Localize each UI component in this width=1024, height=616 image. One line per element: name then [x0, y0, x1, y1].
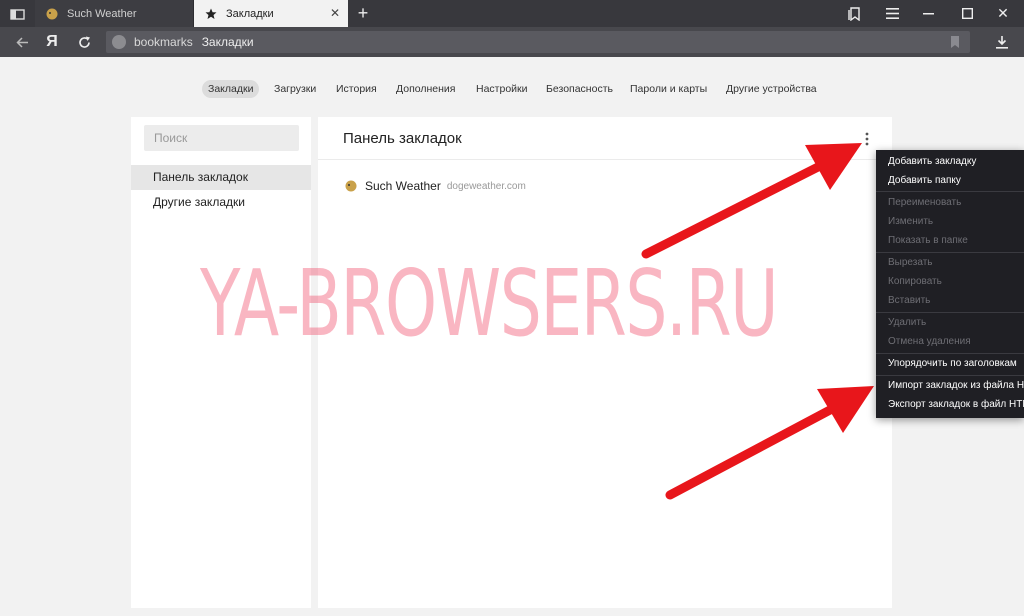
bookmark-domain: dogeweather.com [446, 180, 526, 192]
menu-hamburger-icon[interactable] [876, 0, 908, 27]
nav-passwords[interactable]: Пароли и карты [624, 80, 713, 98]
maximize-icon[interactable] [951, 0, 983, 27]
url-prefix: bookmarks [134, 35, 193, 49]
nav-extensions[interactable]: Дополнения [390, 80, 461, 98]
back-arrow-icon[interactable] [8, 27, 36, 57]
menu-add-bookmark[interactable]: Добавить закладку [888, 156, 976, 167]
menu-divider [876, 252, 1024, 253]
sidebar-item-other-bookmarks[interactable]: Другие закладки [131, 190, 311, 215]
sidebar-item-bookmarks-bar[interactable]: Панель закладок [131, 165, 311, 190]
tab-label: Закладки [226, 7, 274, 20]
menu-paste[interactable]: Вставить [888, 295, 930, 306]
search-input[interactable]: Поиск [144, 125, 299, 151]
nav-security[interactable]: Безопасность [540, 80, 619, 98]
bookmark-flag-icon[interactable] [941, 27, 969, 57]
bookmark-name: Such Weather [365, 179, 441, 193]
menu-add-folder[interactable]: Добавить папку [888, 175, 961, 186]
menu-copy[interactable]: Копировать [888, 276, 942, 287]
page-title: Панель закладок [343, 130, 462, 147]
bookmark-item[interactable]: Such Weather dogeweather.com [345, 177, 526, 195]
menu-divider [876, 312, 1024, 313]
menu-cut[interactable]: Вырезать [888, 257, 932, 268]
divider [318, 159, 892, 160]
doge-favicon-icon [45, 7, 59, 21]
bookmarks-panel: Панель закладок Such Weather dogeweather… [318, 117, 892, 608]
bookmarks-sidebar: Поиск Панель закладок Другие закладки [131, 117, 311, 608]
close-tab-icon[interactable]: ✕ [330, 6, 340, 20]
menu-edit[interactable]: Изменить [888, 216, 933, 227]
menu-rename[interactable]: Переименовать [888, 197, 961, 208]
section-nav: Закладки Загрузки История Дополнения Нас… [0, 80, 1024, 100]
watermark: YA-BROWSERS.RU [200, 250, 779, 357]
menu-show-in-folder[interactable]: Показать в папке [888, 235, 968, 246]
minimize-icon[interactable] [912, 0, 944, 27]
menu-divider [876, 353, 1024, 354]
menu-divider [876, 191, 1024, 192]
menu-divider [876, 375, 1024, 376]
more-options-icon[interactable] [858, 129, 876, 149]
nav-bookmarks[interactable]: Закладки [202, 80, 260, 98]
reload-icon[interactable] [70, 27, 98, 57]
menu-delete[interactable]: Удалить [888, 317, 926, 328]
context-menu: Добавить закладку Добавить папку Переиме… [876, 150, 1024, 418]
menu-import-html[interactable]: Импорт закладок из файла HTML [888, 380, 1024, 391]
tabs-panel-icon[interactable] [2, 0, 34, 27]
yandex-logo-icon[interactable]: Я [38, 27, 66, 57]
new-tab-icon[interactable]: + [347, 0, 379, 27]
shield-icon [112, 35, 126, 49]
close-window-icon[interactable]: ✕ [987, 0, 1019, 27]
menu-undo-delete[interactable]: Отмена удаления [888, 336, 971, 347]
star-icon [204, 7, 218, 21]
bookmarks-manager-icon[interactable] [838, 0, 870, 27]
nav-history[interactable]: История [330, 80, 383, 98]
tab-bookmarks[interactable]: Закладки ✕ [194, 0, 348, 27]
address-bar[interactable]: bookmarks Закладки [106, 31, 970, 53]
downloads-icon[interactable] [988, 27, 1016, 57]
tab-label: Such Weather [67, 7, 137, 20]
nav-downloads[interactable]: Загрузки [268, 80, 322, 98]
menu-export-html[interactable]: Экспорт закладок в файл HTML [888, 399, 1024, 410]
doge-favicon-icon [345, 180, 357, 192]
tab-such-weather[interactable]: Such Weather [35, 0, 194, 27]
title-bar: Such Weather Закладки ✕ + ✕ [0, 0, 1024, 27]
nav-other-devices[interactable]: Другие устройства [720, 80, 823, 98]
nav-settings[interactable]: Настройки [470, 80, 534, 98]
url-title: Закладки [201, 35, 254, 49]
menu-sort-by-title[interactable]: Упорядочить по заголовкам [888, 358, 1017, 369]
